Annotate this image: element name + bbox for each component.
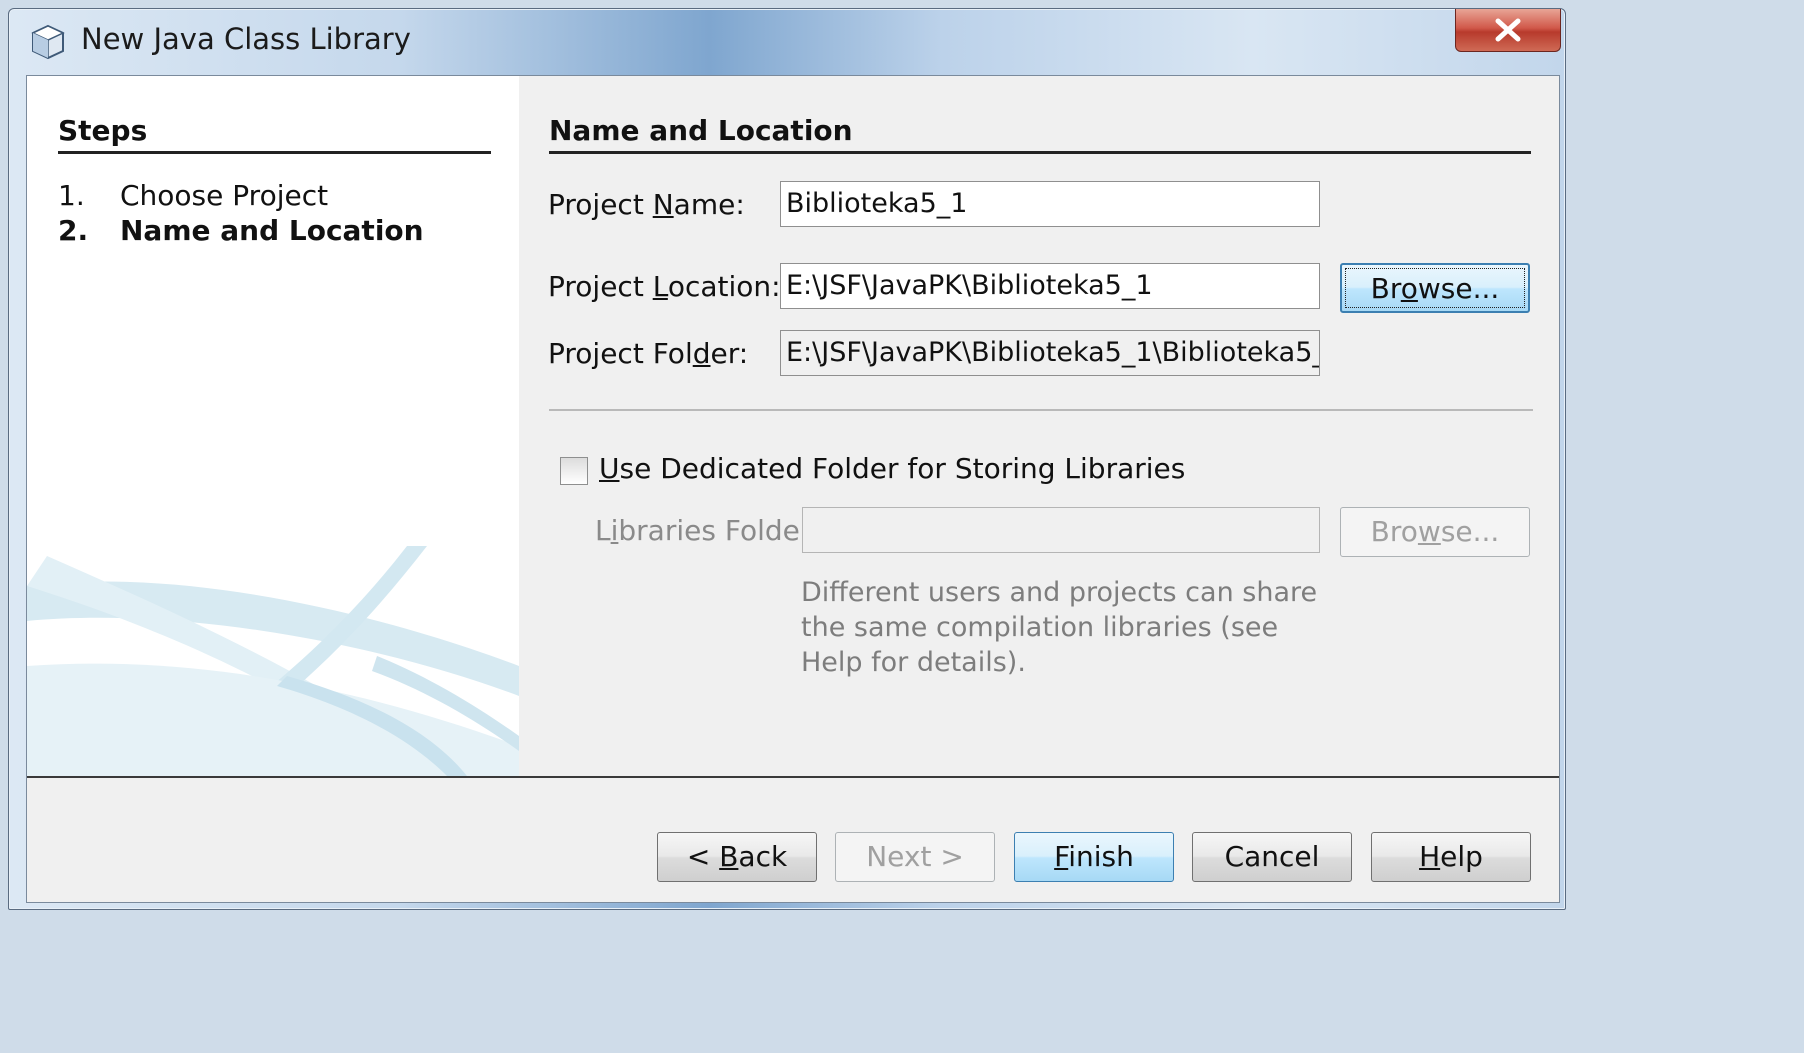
button-bar: < Back Next > Finish Cancel Help xyxy=(27,778,1559,902)
step-label: Choose Project xyxy=(120,179,329,212)
steps-heading: Steps xyxy=(58,114,491,154)
dialog-window: New Java Class Library Steps 1. Choose Pr… xyxy=(8,8,1566,910)
title-bar[interactable]: New Java Class Library xyxy=(9,9,1565,73)
java-cube-icon xyxy=(31,24,65,60)
separator xyxy=(549,409,1533,411)
step-choose-project: 1. Choose Project xyxy=(58,179,328,212)
cancel-button[interactable]: Cancel xyxy=(1192,832,1352,882)
step-number: 1. xyxy=(58,179,85,212)
dialog-content: Steps 1. Choose Project 2. Name and Locati… xyxy=(26,75,1560,903)
project-name-field[interactable]: Biblioteka5_1 xyxy=(780,181,1320,227)
step-label: Name and Location xyxy=(120,214,424,247)
window-title: New Java Class Library xyxy=(81,22,411,56)
browse-libraries-button[interactable]: Browse... xyxy=(1340,507,1530,557)
project-folder-label: Project Folder: xyxy=(548,337,749,370)
libraries-help-text: Different users and projects can share t… xyxy=(801,577,1318,678)
dedicated-folder-label[interactable]: Use Dedicated Folder for Storing Librari… xyxy=(599,452,1185,485)
libraries-folder-field[interactable] xyxy=(802,507,1320,553)
project-location-label: Project Location: xyxy=(548,270,781,303)
section-heading: Name and Location xyxy=(549,114,1531,154)
back-button[interactable]: < Back xyxy=(657,832,817,882)
netbeans-swoosh-graphic xyxy=(27,546,519,776)
dedicated-folder-checkbox[interactable] xyxy=(560,457,588,485)
project-name-label: Project Name: xyxy=(548,188,745,221)
project-folder-field[interactable]: E:\JSF\JavaPK\Biblioteka5_1\Biblioteka5_… xyxy=(780,330,1320,376)
close-button[interactable] xyxy=(1455,9,1561,52)
project-location-field[interactable]: E:\JSF\JavaPK\Biblioteka5_1 xyxy=(780,263,1320,309)
libraries-folder-label: Libraries Folder: xyxy=(595,514,821,547)
browse-location-button[interactable]: Browse... xyxy=(1340,263,1530,313)
steps-panel: Steps 1. Choose Project 2. Name and Locati… xyxy=(27,76,519,776)
next-button[interactable]: Next > xyxy=(835,832,995,882)
step-name-and-location: 2. Name and Location xyxy=(58,214,424,247)
close-icon xyxy=(1495,18,1521,42)
finish-button[interactable]: Finish xyxy=(1014,832,1174,882)
help-button[interactable]: Help xyxy=(1371,832,1531,882)
step-number: 2. xyxy=(58,214,89,247)
